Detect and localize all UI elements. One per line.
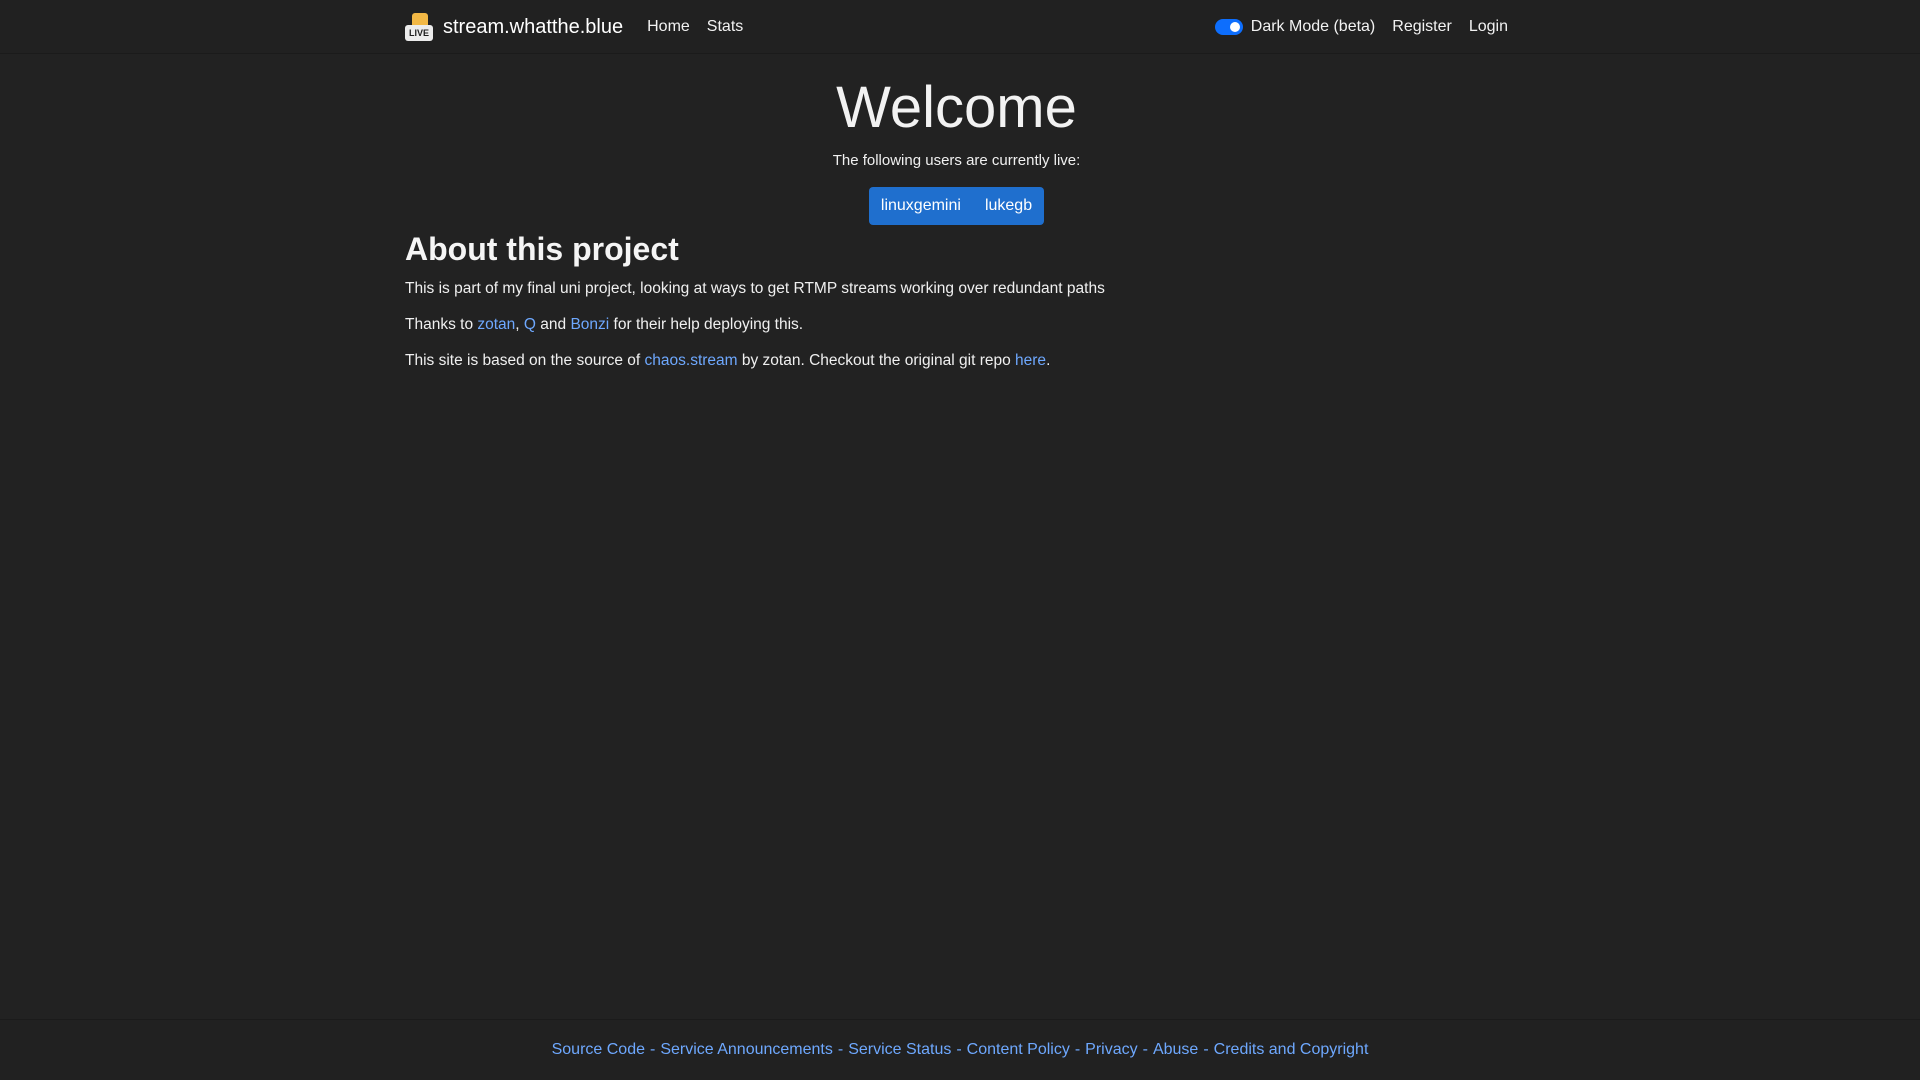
live-users-button-group: linuxgemini lukegb [868, 187, 1045, 225]
footer-separator: - [1142, 1041, 1148, 1058]
footer-credits-link[interactable]: Credits and Copyright [1214, 1041, 1369, 1059]
live-logo-icon: LIVE [405, 11, 433, 43]
register-link[interactable]: Register [1392, 18, 1452, 36]
footer-separator: - [649, 1041, 656, 1058]
brand-name: stream.whatthe.blue [443, 15, 624, 38]
navbar-container: LIVE stream.whatthe.blue Home Stats Dark… [405, 0, 1508, 54]
footer-service-announcements-link[interactable]: Service Announcements [660, 1041, 833, 1059]
zotan-link[interactable]: zotan [477, 316, 515, 333]
dark-mode-toggle[interactable] [1214, 19, 1243, 35]
git-repo-link[interactable]: here [1015, 352, 1046, 369]
footer-content-policy-link[interactable]: Content Policy [967, 1041, 1070, 1059]
about-heading: About this project [405, 231, 679, 267]
nav-stats-link[interactable]: Stats [707, 18, 743, 36]
source-paragraph: This site is based on the source of chao… [405, 349, 1508, 373]
source-mid-text: by zotan. Checkout the original git repo [737, 352, 1016, 369]
footer-separator: - [837, 1041, 844, 1058]
live-users-caption: The following users are currently live: [832, 152, 1081, 169]
footer-abuse-link[interactable]: Abuse [1153, 1041, 1198, 1059]
live-users-row: linuxgemini lukegb [405, 187, 1508, 225]
thanks-suffix-text: for their help deploying this. [609, 316, 804, 333]
footer-service-status-link[interactable]: Service Status [848, 1041, 951, 1059]
chaos-stream-link[interactable]: chaos.stream [645, 352, 738, 369]
nav-home-link[interactable]: Home [647, 18, 690, 36]
nav-right-group: Dark Mode (beta) Register Login [1214, 18, 1508, 36]
live-user-button-linuxgemini[interactable]: linuxgemini [868, 187, 973, 225]
toggle-knob [1229, 22, 1240, 32]
top-navbar: LIVE stream.whatthe.blue Home Stats Dark… [0, 0, 1920, 54]
thanks-prefix-text: Thanks to [405, 316, 478, 333]
footer-separator: - [956, 1041, 962, 1058]
thanks-paragraph: Thanks to zotan, Q and Bonzi for their h… [405, 313, 1508, 337]
source-suffix-text: . [1046, 352, 1051, 369]
brand-link[interactable]: LIVE stream.whatthe.blue [405, 11, 623, 43]
footer-separator: - [1074, 1041, 1081, 1058]
login-link[interactable]: Login [1469, 18, 1508, 36]
about-description: This is part of my final uni project, lo… [405, 280, 1105, 297]
thanks-and-text: and [535, 316, 571, 333]
live-user-button-lukegb[interactable]: lukegb [972, 187, 1045, 225]
page-title: Welcome [836, 75, 1077, 140]
bonzi-link[interactable]: Bonzi [570, 316, 609, 333]
footer-privacy-link[interactable]: Privacy [1085, 1041, 1137, 1059]
footer: Source Code - Service Announcements - Se… [0, 1019, 1920, 1080]
footer-source-code-link[interactable]: Source Code [552, 1041, 645, 1059]
q-link[interactable]: Q [524, 316, 536, 333]
footer-separator: - [1203, 1041, 1209, 1058]
main-content: Welcome The following users are currentl… [405, 54, 1508, 373]
dark-mode-label[interactable]: Dark Mode (beta) [1251, 18, 1376, 36]
thanks-comma-text: , [515, 316, 524, 333]
source-prefix-text: This site is based on the source of [405, 352, 645, 369]
